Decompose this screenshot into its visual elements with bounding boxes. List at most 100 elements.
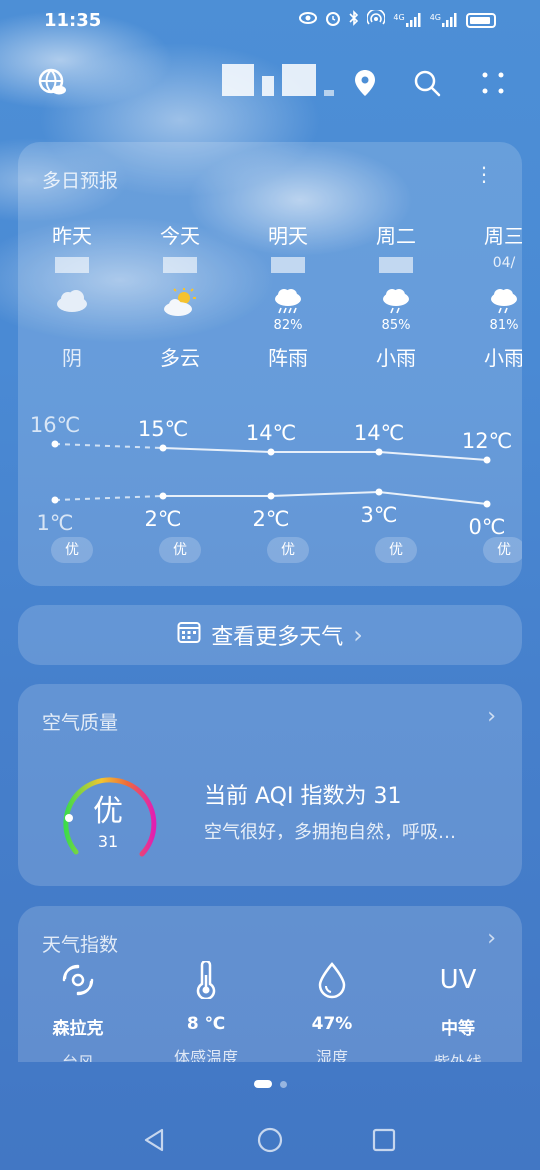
index-value: 中等 <box>441 1019 475 1039</box>
low-temp-label: 2℃ <box>145 507 182 531</box>
forecast-day[interactable]: 昨天 <box>22 220 122 273</box>
temperature-point <box>159 444 167 452</box>
temperature-line-past <box>54 443 164 449</box>
low-temp-label: 1℃ <box>37 511 74 535</box>
globe-cloud-icon[interactable] <box>36 66 70 100</box>
signal-icon: 4G <box>393 13 421 27</box>
index-item-humidity[interactable]: 47% 湿度 <box>272 958 392 1062</box>
forecast-day[interactable]: 今天 <box>130 220 230 273</box>
precip-probability: 81% <box>489 318 519 333</box>
index-value: 47% <box>311 1014 353 1034</box>
aqi-value: 31 <box>97 832 119 851</box>
aqi-description: 空气很好，多拥抱自然，呼吸… <box>204 822 456 843</box>
forecast-day[interactable]: 周二 <box>346 220 446 273</box>
more-weather-button[interactable]: 查看更多天气 › <box>18 605 522 665</box>
weather-index-card[interactable]: 天气指数 › 森拉克 台风 8 ℃ 体感温度 47% 湿度 UV 中等 紫外线 <box>18 906 522 1062</box>
temperature-point <box>51 440 59 448</box>
signal-icon: 4G <box>430 13 458 27</box>
thermometer-icon <box>146 958 266 1002</box>
bluetooth-icon <box>349 10 359 30</box>
status-time: 11:35 <box>44 10 102 31</box>
forecast-day-date: 04/ <box>492 255 516 271</box>
high-temp-label: 14℃ <box>246 421 296 445</box>
location-pin-icon[interactable] <box>348 66 382 100</box>
forecast-day[interactable]: 周三 04/ <box>454 220 522 271</box>
network-label: 4G <box>393 13 405 22</box>
temperature-line <box>163 490 488 505</box>
forecast-weather-text: 小雨 <box>484 346 522 370</box>
forecast-title: 多日预报 <box>42 170 119 192</box>
low-temp-label: 3℃ <box>361 503 398 527</box>
aqi-gauge: 优 31 <box>48 760 168 880</box>
status-bar: 11:35 4G 4G <box>0 0 540 40</box>
temperature-point <box>483 456 491 464</box>
recents-icon[interactable] <box>364 1124 404 1156</box>
forecast-more-icon[interactable]: ⋮ <box>474 162 494 186</box>
chevron-right-icon: › <box>353 621 363 649</box>
more-weather-label: 查看更多天气 <box>211 625 344 650</box>
system-nav-bar <box>0 1110 540 1170</box>
aqi-level: 优 <box>93 794 123 829</box>
chevron-right-icon[interactable]: › <box>487 926 496 951</box>
light-rain-icon: 85% <box>346 288 446 333</box>
typhoon-icon <box>18 958 138 1002</box>
humidity-drop-icon <box>272 958 392 1002</box>
forecast-day-date-redacted <box>55 257 89 273</box>
forecast-weather-text: 小雨 <box>376 346 416 370</box>
forecast-day-date-redacted <box>163 257 197 273</box>
forecast-day-date-redacted <box>271 257 305 273</box>
forecast-card: 多日预报 ⋮ 昨天阴优今天 多云优明天 82% 阵雨优周二 85% 小雨优周三 04/81%… <box>18 142 522 586</box>
forecast-weather-text: 阵雨 <box>268 346 308 370</box>
calendar-icon <box>177 620 201 650</box>
temperature-point <box>483 500 491 508</box>
forecast-day-name: 明天 <box>268 224 308 248</box>
temperature-point <box>267 492 275 500</box>
forecast-day-name: 周二 <box>376 224 416 248</box>
back-icon[interactable] <box>134 1124 174 1156</box>
index-label: 紫外线 <box>398 1049 518 1062</box>
page-dot[interactable] <box>279 1080 287 1088</box>
temperature-line-past <box>54 495 164 501</box>
precip-probability: 82% <box>273 318 303 333</box>
index-label: 湿度 <box>315 1048 348 1062</box>
index-label: 台风 <box>18 1049 138 1062</box>
aqi-headline: 当前 AQI 指数为 31 <box>204 784 402 809</box>
alarm-icon <box>325 10 341 30</box>
forecast-day[interactable]: 明天 <box>238 220 338 273</box>
weather-index-title: 天气指数 <box>42 934 119 956</box>
page-dot-active[interactable] <box>253 1080 272 1088</box>
index-value: 森拉克 <box>52 1019 104 1039</box>
city-name-redacted <box>222 64 342 98</box>
partly-cloudy-icon <box>130 288 230 322</box>
index-item-uv[interactable]: UV 中等 紫外线 <box>398 958 518 1062</box>
high-temp-label: 14℃ <box>354 421 404 445</box>
high-temp-label: 12℃ <box>462 429 512 453</box>
temperature-point <box>51 496 59 504</box>
status-icons: 4G 4G <box>299 8 496 30</box>
temperature-point <box>159 492 167 500</box>
air-quality-title: 空气质量 <box>42 712 119 734</box>
temperature-point <box>375 448 383 456</box>
battery-icon <box>466 12 496 28</box>
low-temp-label: 0℃ <box>469 515 506 539</box>
index-item-feels-like[interactable]: 8 ℃ 体感温度 <box>146 958 266 1062</box>
air-quality-card[interactable]: 空气质量 › 优 31 当前 AQI 指数为 31 空气很好，多拥抱自然，呼吸… <box>18 684 522 886</box>
index-value: 8 ℃ <box>186 1014 226 1034</box>
home-icon[interactable] <box>250 1124 290 1156</box>
forecast-weather-text: 阴 <box>62 346 82 370</box>
top-bar <box>0 60 540 106</box>
temperature-line <box>162 447 488 461</box>
index-item-typhoon[interactable]: 森拉克 台风 <box>18 958 138 1062</box>
more-dots-icon[interactable] <box>476 66 510 100</box>
forecast-day-date-redacted <box>379 257 413 273</box>
forecast-day-name: 昨天 <box>52 224 92 248</box>
chevron-right-icon[interactable]: › <box>487 704 496 729</box>
hotspot-icon <box>366 8 387 30</box>
search-icon[interactable] <box>410 66 444 100</box>
high-temp-label: 15℃ <box>138 417 188 441</box>
high-temp-label: 16℃ <box>30 413 80 437</box>
temperature-point <box>375 488 383 496</box>
eye-icon <box>299 11 318 29</box>
precip-probability: 85% <box>381 318 411 333</box>
low-temp-label: 2℃ <box>253 507 290 531</box>
